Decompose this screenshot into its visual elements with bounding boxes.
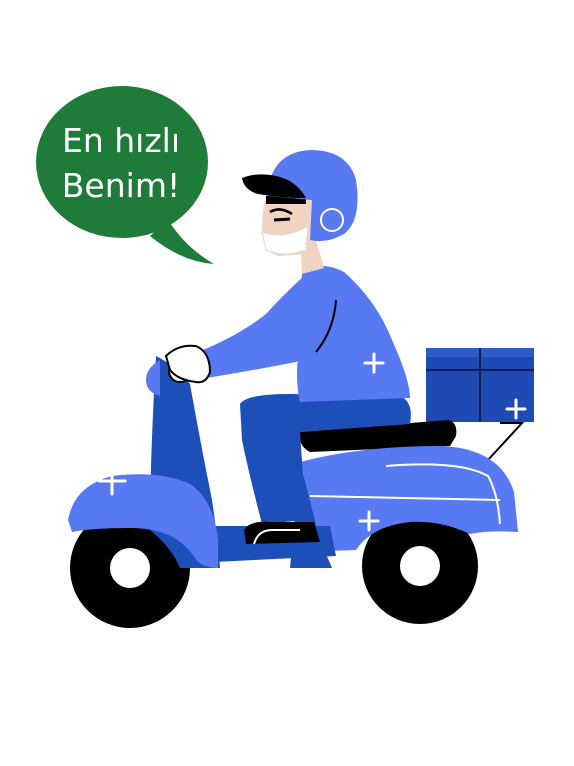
speech-bubble-line-1: En hızlı xyxy=(62,121,180,160)
speech-bubble-text: En hızlı Benim! xyxy=(40,118,202,208)
courier-scooter-illustration xyxy=(36,86,534,628)
speech-bubble-line-2: Benim! xyxy=(61,166,181,205)
